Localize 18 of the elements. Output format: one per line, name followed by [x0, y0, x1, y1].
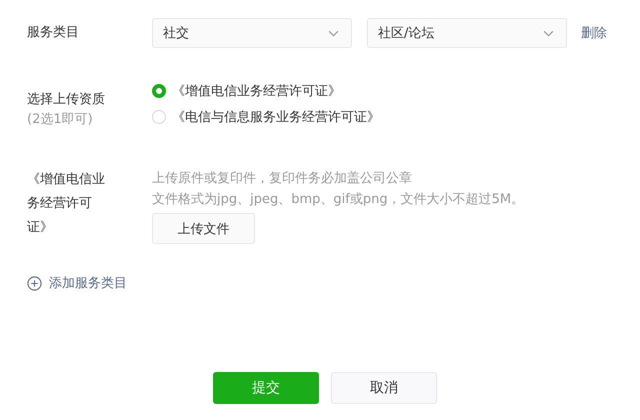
- chevron-down-icon: [543, 30, 554, 36]
- radio-button[interactable]: [152, 84, 166, 98]
- radio-label: 《电信与信息服务业务经营许可证》: [172, 109, 380, 126]
- field-label: 服务类目: [27, 25, 79, 40]
- plus-circle-icon: [27, 276, 42, 290]
- field-label: 选择上传资质: [27, 91, 106, 109]
- dropdown[interactable]: 社区/论坛: [367, 18, 567, 48]
- radio-label: 《增值电信业务经营许可证》: [172, 83, 341, 100]
- upload-button[interactable]: 上传文件: [152, 213, 255, 244]
- dropdown[interactable]: 社交: [152, 18, 352, 48]
- field-hint: (2选1即可): [27, 111, 94, 129]
- field-label: 《增值电信业务经营许可证》: [27, 171, 106, 237]
- help-text: 文件格式为jpg、jpeg、bmp、gif或png，文件大小不超过5M。: [152, 191, 526, 209]
- add-category-link[interactable]: 添加服务类目: [27, 274, 127, 292]
- chevron-down-icon: [328, 30, 339, 36]
- delete-link[interactable]: 删除: [581, 24, 607, 42]
- help-text: 上传原件或复印件，复印件务必加盖公司公章: [152, 170, 413, 188]
- cancel-button[interactable]: 取消: [331, 372, 437, 404]
